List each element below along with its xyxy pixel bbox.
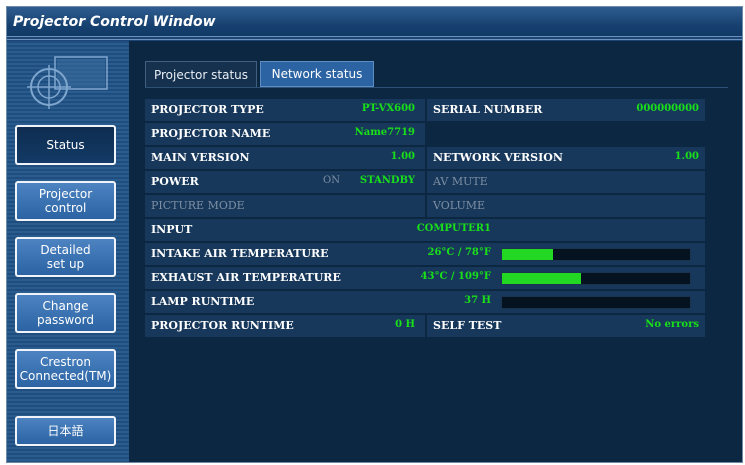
exhaust-air-temperature-label: EXHAUST AIR TEMPERATURE [151, 271, 341, 284]
exhaust-air-temperature-value: 43°C / 109°F [420, 271, 491, 282]
sidebar-item-status[interactable]: Status [15, 125, 116, 165]
sidebar-item-label: Projector control [38, 187, 93, 215]
projector-type-value: PT-VX600 [361, 103, 415, 114]
sidebar-item-japanese[interactable]: 日本語 [15, 416, 116, 446]
projector-type-label: PROJECTOR TYPE [151, 103, 264, 116]
table-row: INTAKE AIR TEMPERATURE 26°C / 78°F [145, 243, 705, 265]
logo-icon [27, 56, 108, 109]
self-test-value: No errors [645, 319, 699, 330]
main-version-value: 1.00 [390, 151, 415, 162]
serial-number-label: SERIAL NUMBER [433, 103, 543, 116]
av-mute-label: AV MUTE [433, 175, 488, 188]
sidebar-item-label: 日本語 [47, 424, 84, 438]
sidebar-item-label: Detailed set up [40, 243, 91, 271]
table-row: INPUT COMPUTER1 [145, 219, 705, 241]
table-row: LAMP RUNTIME 37 H [145, 291, 705, 313]
sidebar-item-label: Change password [37, 299, 94, 327]
self-test-label: SELF TEST [433, 319, 502, 332]
main-content: Projector status Network status PROJECTO… [129, 41, 742, 462]
projector-name-label: PROJECTOR NAME [151, 127, 271, 140]
power-label: POWER [151, 175, 199, 188]
sidebar-item-crestron-connected[interactable]: Crestron Connected(TM) [15, 349, 116, 389]
input-value: COMPUTER1 [416, 223, 491, 234]
sidebar: Status Projector control Detailed set up… [7, 41, 129, 462]
sidebar-item-label: Crestron Connected(TM) [19, 355, 112, 383]
lamp-runtime-value: 37 H [464, 295, 491, 306]
table-row: MAIN VERSION 1.00 NETWORK VERSION 1.00 [145, 147, 705, 169]
exhaust-air-temperature-bar [501, 272, 691, 285]
intake-air-temperature-value: 26°C / 78°F [427, 247, 491, 258]
projector-runtime-label: PROJECTOR RUNTIME [151, 319, 294, 332]
picture-mode-label: PICTURE MODE [151, 199, 245, 212]
projector-runtime-value: 0 H [395, 319, 415, 330]
title-bar: Projector Control Window [7, 7, 742, 41]
intake-air-temperature-bar [501, 248, 691, 261]
sidebar-item-change-password[interactable]: Change password [15, 293, 116, 333]
input-label: INPUT [151, 223, 193, 236]
table-row: PICTURE MODE VOLUME [145, 195, 705, 217]
network-version-label: NETWORK VERSION [433, 151, 563, 164]
sidebar-item-projector-control[interactable]: Projector control [15, 181, 116, 221]
projector-control-window: Projector Control Window Status Projecto… [6, 6, 743, 463]
serial-number-value: 000000000 [636, 103, 699, 114]
exhaust-air-temperature-fill [502, 273, 581, 284]
sidebar-item-label: Status [46, 138, 85, 152]
lamp-runtime-bar [501, 296, 691, 309]
power-on-indicator: ON [323, 175, 340, 186]
table-row: POWER ON STANDBY AV MUTE [145, 171, 705, 193]
table-row: PROJECTOR NAME Name7719 [145, 123, 705, 145]
sidebar-item-detailed-setup[interactable]: Detailed set up [15, 237, 116, 277]
window-title: Projector Control Window [13, 14, 216, 30]
table-row: EXHAUST AIR TEMPERATURE 43°C / 109°F [145, 267, 705, 289]
table-row: PROJECTOR RUNTIME 0 H SELF TEST No error… [145, 315, 705, 337]
main-version-label: MAIN VERSION [151, 151, 250, 164]
tab-network-status[interactable]: Network status [260, 61, 374, 87]
intake-air-temperature-label: INTAKE AIR TEMPERATURE [151, 247, 329, 260]
volume-label: VOLUME [433, 199, 486, 212]
table-row: PROJECTOR TYPE PT-VX600 SERIAL NUMBER 00… [145, 99, 705, 121]
lamp-runtime-label: LAMP RUNTIME [151, 295, 255, 308]
network-version-value: 1.00 [674, 151, 699, 162]
tab-divider [145, 87, 728, 88]
tab-projector-status[interactable]: Projector status [145, 61, 257, 87]
power-standby-indicator: STANDBY [359, 175, 415, 186]
projector-name-value: Name7719 [354, 127, 415, 138]
intake-air-temperature-fill [502, 249, 553, 260]
